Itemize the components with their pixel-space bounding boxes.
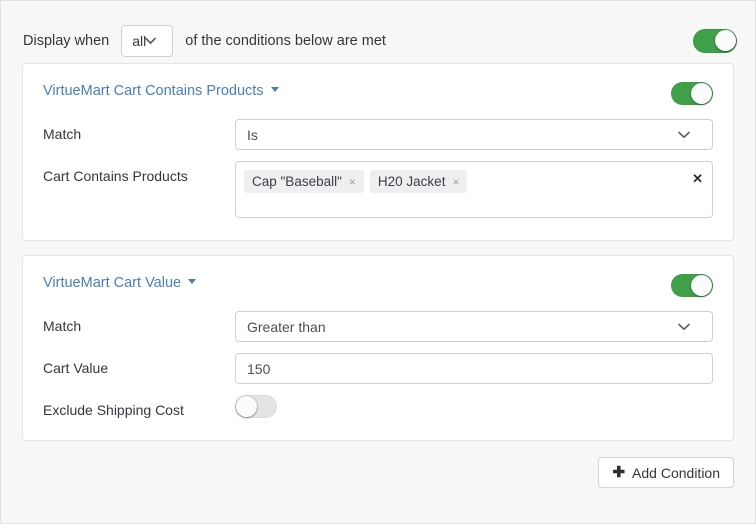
field-control bbox=[235, 395, 713, 418]
field-row-cart-value: Cart Value 150 bbox=[43, 353, 713, 384]
field-control: Greater than bbox=[235, 311, 713, 342]
product-chip[interactable]: Cap "Baseball" × bbox=[244, 170, 364, 193]
panel-footer: ✚ Add Condition bbox=[1, 455, 755, 488]
add-condition-label: Add Condition bbox=[632, 464, 720, 481]
toggle-knob bbox=[691, 275, 712, 296]
field-label: Match bbox=[43, 126, 82, 142]
condition-title: VirtueMart Cart Contains Products bbox=[43, 83, 264, 99]
condition-title-dropdown[interactable]: VirtueMart Cart Value bbox=[43, 274, 197, 292]
match-select[interactable]: Greater than bbox=[235, 311, 713, 342]
field-label: Match bbox=[43, 318, 82, 334]
products-token-input[interactable]: Cap "Baseball" × H20 Jacket × ✕ bbox=[235, 161, 713, 218]
condition-card-header: VirtueMart Cart Contains Products bbox=[43, 82, 713, 105]
clear-all-icon[interactable]: ✕ bbox=[692, 172, 703, 185]
field-row-exclude-shipping: Exclude Shipping Cost bbox=[43, 395, 713, 418]
display-when-label: Display when bbox=[23, 33, 110, 49]
chip-label: H20 Jacket bbox=[377, 174, 446, 189]
exclude-shipping-cost-toggle[interactable] bbox=[235, 395, 277, 418]
field-label: Cart Value bbox=[43, 360, 109, 376]
condition-enabled-toggle[interactable] bbox=[671, 82, 713, 105]
cart-value-text: 150 bbox=[247, 360, 271, 377]
display-when-row: Display when all of the conditions below… bbox=[1, 1, 755, 63]
display-rules-toggle[interactable] bbox=[693, 29, 737, 53]
chip-label: Cap "Baseball" bbox=[252, 174, 342, 189]
field-control: Cap "Baseball" × H20 Jacket × ✕ bbox=[235, 161, 713, 218]
add-condition-button[interactable]: ✚ Add Condition bbox=[598, 457, 734, 488]
condition-builder-panel: Display when all of the conditions below… bbox=[0, 0, 756, 524]
condition-title-dropdown[interactable]: VirtueMart Cart Contains Products bbox=[43, 82, 279, 100]
toggle-knob bbox=[715, 30, 736, 51]
field-row-products: Cart Contains Products Cap "Baseball" × … bbox=[43, 161, 713, 218]
close-icon[interactable]: × bbox=[349, 176, 356, 188]
plus-icon: ✚ bbox=[612, 464, 626, 481]
field-label: Cart Contains Products bbox=[43, 168, 188, 184]
field-row-match: Match Is bbox=[43, 119, 713, 150]
match-mode-value: all bbox=[132, 33, 147, 49]
field-label: Exclude Shipping Cost bbox=[43, 402, 184, 418]
cart-value-input[interactable]: 150 bbox=[235, 353, 713, 384]
field-control: 150 bbox=[235, 353, 713, 384]
condition-title: VirtueMart Cart Value bbox=[43, 275, 182, 291]
condition-card: VirtueMart Cart Value Match Greater than bbox=[22, 255, 734, 441]
close-icon[interactable]: × bbox=[452, 176, 459, 188]
product-chip[interactable]: H20 Jacket × bbox=[369, 170, 468, 193]
field-control: Is bbox=[235, 119, 713, 150]
display-when-suffix: of the conditions below are met bbox=[185, 33, 386, 49]
toggle-knob bbox=[236, 396, 257, 417]
condition-enabled-toggle[interactable] bbox=[671, 274, 713, 297]
caret-down-icon bbox=[188, 279, 197, 284]
match-mode-select[interactable]: all bbox=[121, 25, 174, 57]
condition-card-header: VirtueMart Cart Value bbox=[43, 274, 713, 297]
toggle-knob bbox=[691, 83, 712, 104]
match-select[interactable]: Is bbox=[235, 119, 713, 150]
caret-down-icon bbox=[270, 87, 279, 92]
field-row-match: Match Greater than bbox=[43, 311, 713, 342]
match-select-value: Greater than bbox=[247, 318, 326, 335]
match-select-value: Is bbox=[247, 126, 258, 143]
condition-card: VirtueMart Cart Contains Products Match … bbox=[22, 63, 734, 241]
